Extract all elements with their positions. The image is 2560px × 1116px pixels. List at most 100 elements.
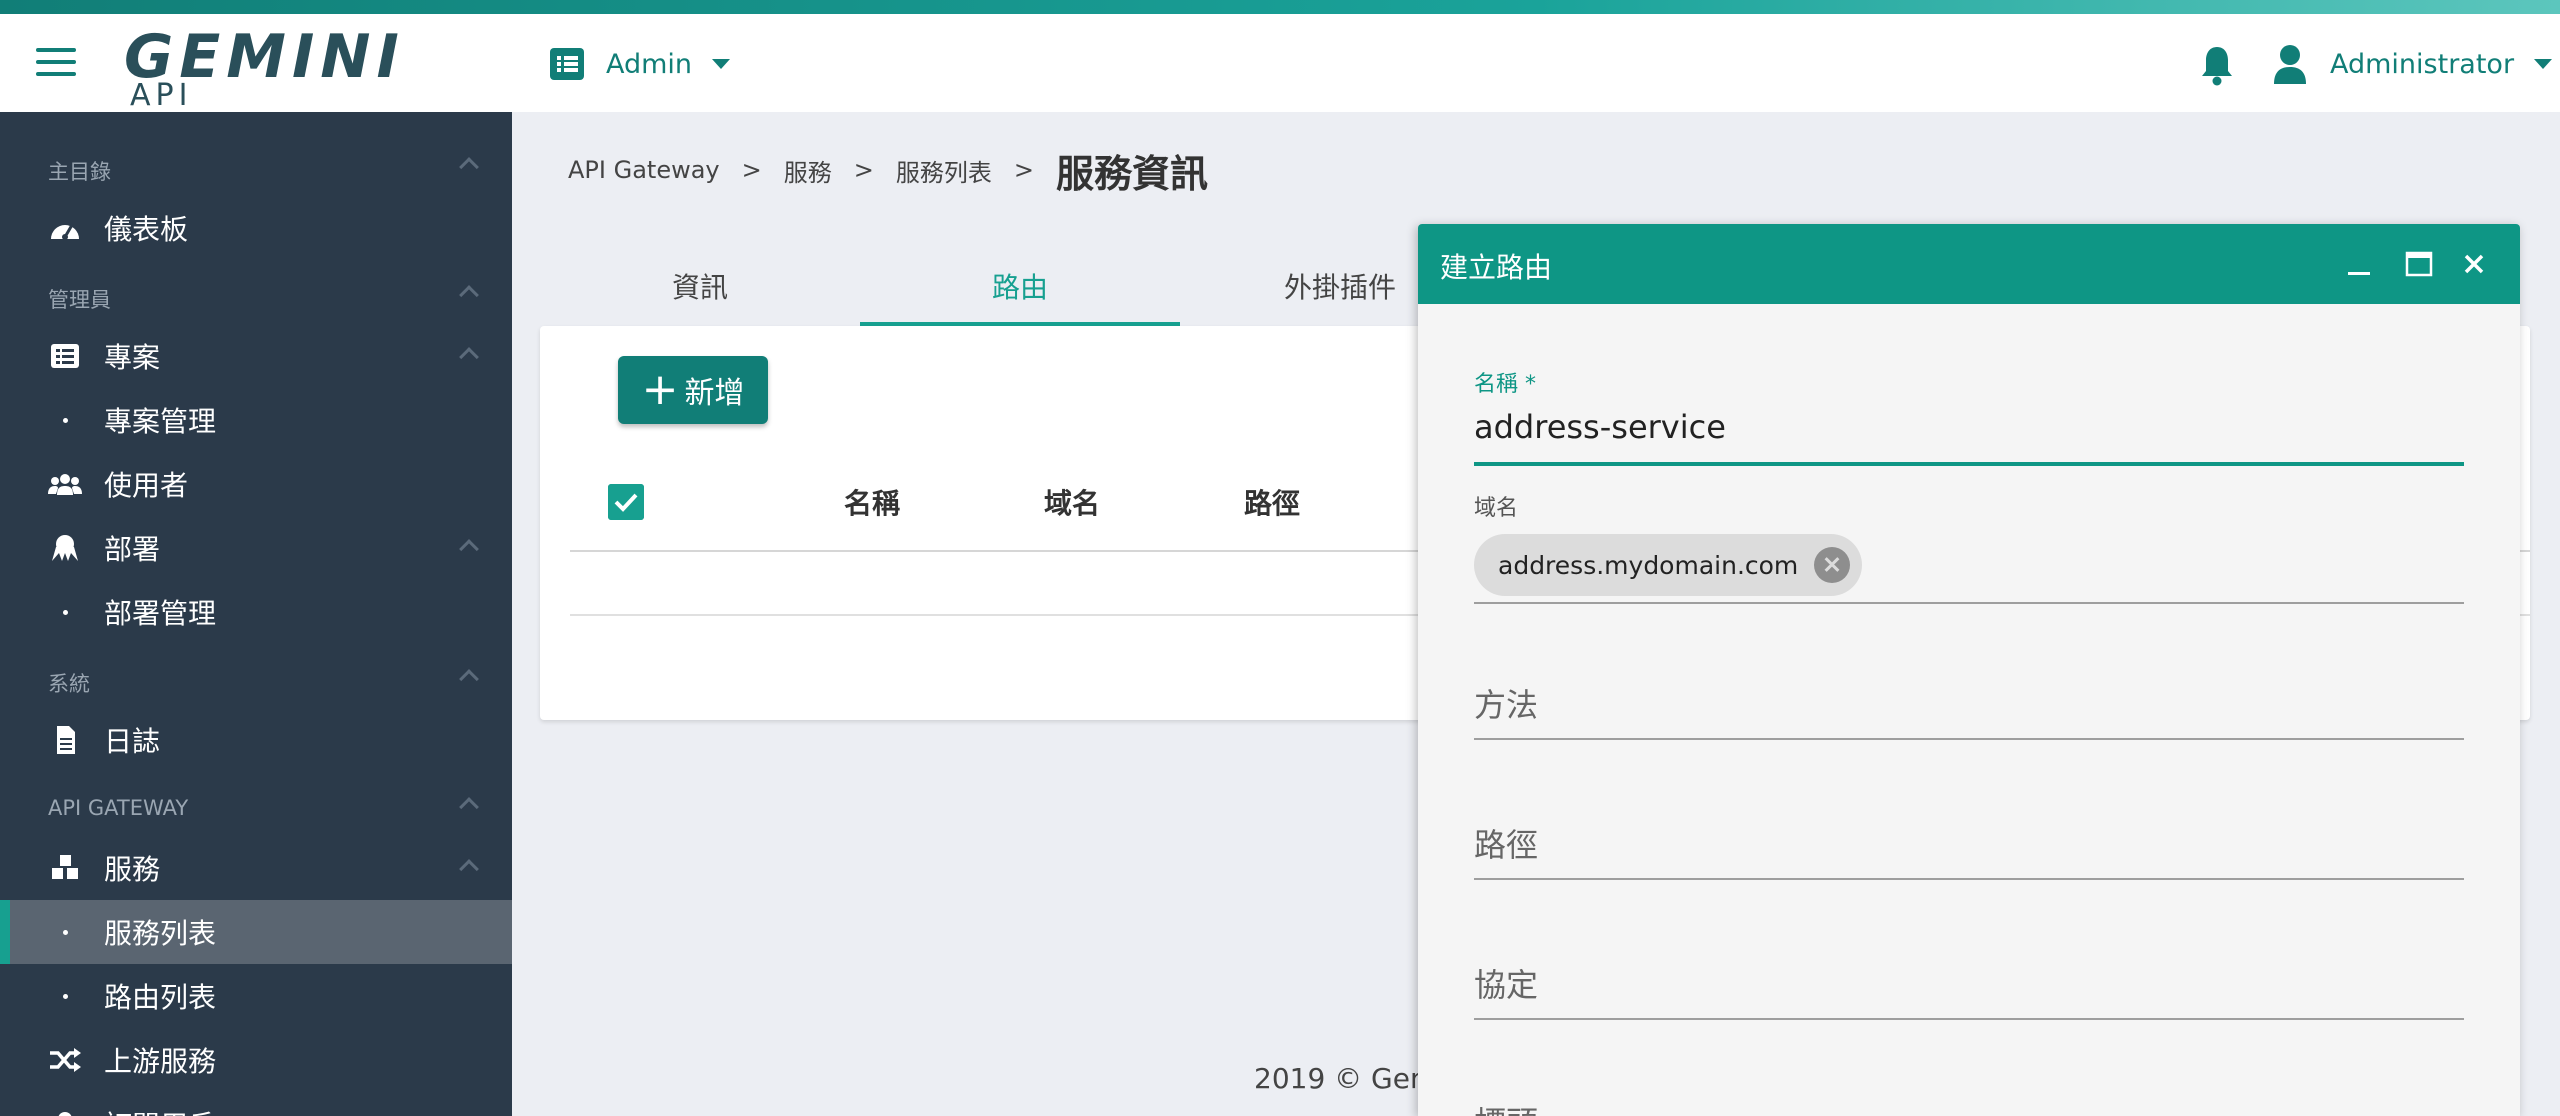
route-protocol-field[interactable]: 協定 <box>1474 960 2464 1022</box>
sidebar-item-label: 儀表板 <box>104 213 189 246</box>
user-icon <box>58 1112 72 1116</box>
page-title: 服務資訊 <box>1055 151 1208 196</box>
plus-icon: + <box>641 364 679 415</box>
sidebar-section-api-gateway: API GATEWAY <box>48 796 189 820</box>
create-route-dialog: 建立路由 名稱 * address-service 域名 address.myd… <box>1418 224 2520 1116</box>
dashboard-icon <box>51 224 79 240</box>
route-name-field[interactable]: 名稱 * address-service <box>1474 366 2464 468</box>
sidebar-item-projects[interactable]: 專案 <box>0 324 512 388</box>
admin-menu-label: Admin <box>606 48 693 80</box>
sidebar-item-label: 訂閱用戶 <box>104 1104 216 1116</box>
menu-toggle-icon[interactable] <box>36 48 76 78</box>
breadcrumb-api-gateway[interactable]: API Gateway <box>568 156 720 184</box>
route-domain-label: 域名 <box>1474 496 1519 521</box>
users-icon <box>48 474 82 495</box>
sidebar-section-main: 主目錄 <box>48 160 111 184</box>
admin-menu-dropdown[interactable]: Admin <box>550 44 731 84</box>
breadcrumb-service-list[interactable]: 服務列表 <box>896 153 992 188</box>
tab-info[interactable]: 資訊 <box>540 246 860 326</box>
sidebar-item-departments[interactable]: 部署 <box>0 516 512 580</box>
column-header-domain[interactable]: 域名 <box>1044 482 1100 522</box>
column-header-name[interactable]: 名稱 <box>844 482 900 522</box>
domain-chip[interactable]: address.mydomain.com <box>1474 534 1863 596</box>
sidebar-item-label: 路由列表 <box>104 981 217 1014</box>
column-header-path[interactable]: 路徑 <box>1244 482 1300 522</box>
user-icon <box>2274 45 2306 84</box>
sidebar-item-department-manage[interactable]: 部署管理 <box>0 580 512 644</box>
input-underline <box>1474 738 2464 740</box>
input-underline <box>1474 878 2464 880</box>
input-underline <box>1474 462 2464 466</box>
sidebar-item-label: 部署 <box>104 533 161 566</box>
minimize-icon[interactable] <box>2338 244 2378 284</box>
maximize-icon[interactable] <box>2398 244 2438 284</box>
sidebar-section-system: 系統 <box>48 672 90 696</box>
chevron-up-icon[interactable] <box>459 285 479 305</box>
sidebar: 主目錄 儀表板 管理員 專案 專案管理 使用者 部署 部署管理 系統 日誌 AP… <box>0 112 512 1116</box>
bullet-icon <box>63 417 68 423</box>
close-icon[interactable] <box>2454 244 2494 284</box>
sidebar-item-dashboard[interactable]: 儀表板 <box>0 196 512 260</box>
tab-routes[interactable]: 路由 <box>860 246 1180 326</box>
route-method-input[interactable]: 方法 <box>1474 680 2464 726</box>
chevron-up-icon[interactable] <box>459 157 479 177</box>
remove-chip-icon[interactable] <box>1814 547 1851 583</box>
sidebar-item-label: 上游服務 <box>104 1045 217 1078</box>
sidebar-item-upstream[interactable]: 上游服務 <box>0 1028 512 1092</box>
dialog-title: 建立路由 <box>1440 251 1553 284</box>
sidebar-item-project-manage[interactable]: 專案管理 <box>0 388 512 452</box>
sidebar-item-label: 服務列表 <box>104 917 217 950</box>
sidebar-item-users[interactable]: 使用者 <box>0 452 512 516</box>
route-protocol-input[interactable]: 協定 <box>1474 960 2464 1006</box>
chevron-down-icon <box>2534 59 2553 69</box>
route-path-input[interactable]: 路徑 <box>1474 820 2464 866</box>
chevron-up-icon[interactable] <box>459 797 479 817</box>
bell-icon[interactable] <box>2198 44 2236 86</box>
sidebar-item-route-list[interactable]: 路由列表 <box>0 964 512 1028</box>
route-domain-field[interactable]: 域名 address.mydomain.com <box>1474 490 2464 610</box>
user-menu[interactable]: Administrator <box>2272 42 2553 86</box>
shuffle-icon <box>50 1048 81 1072</box>
breadcrumb-separator: > <box>853 156 874 184</box>
bullet-icon <box>63 609 68 615</box>
route-tags-input[interactable]: 標頭 <box>1474 1098 2464 1116</box>
cubes-icon <box>52 855 78 879</box>
footer-copyright: 2019 © Gem <box>1254 1062 1438 1095</box>
route-name-label: 名稱 * <box>1474 372 1536 397</box>
breadcrumb-separator: > <box>1013 156 1034 184</box>
chevron-down-icon <box>712 59 731 69</box>
list-icon <box>51 344 79 368</box>
sidebar-item-label: 使用者 <box>104 469 189 502</box>
select-all-checkbox[interactable] <box>608 484 644 520</box>
sidebar-item-services[interactable]: 服務 <box>0 836 512 900</box>
list-icon <box>550 48 584 80</box>
input-underline <box>1474 602 2464 604</box>
top-accent-strip <box>0 0 2560 14</box>
sidebar-item-subscribers[interactable]: 訂閱用戶 <box>0 1092 512 1116</box>
route-name-input[interactable]: address-service <box>1474 408 2464 446</box>
chevron-up-icon[interactable] <box>459 539 479 559</box>
route-path-field[interactable]: 路徑 <box>1474 820 2464 882</box>
bullet-icon <box>63 993 68 999</box>
input-underline <box>1474 1018 2464 1020</box>
add-route-button[interactable]: + 新增 <box>618 356 768 424</box>
dialog-header[interactable]: 建立路由 <box>1418 224 2520 304</box>
top-header: GEMINI API Manager Admin Administrator <box>0 14 2560 148</box>
logo[interactable]: GEMINI API Manager <box>124 22 399 148</box>
sidebar-item-label: 日誌 <box>104 725 161 758</box>
sidebar-item-label: 專案管理 <box>104 405 217 438</box>
chevron-up-icon[interactable] <box>459 347 479 367</box>
route-tags-field[interactable]: 標頭 <box>1474 1098 2464 1116</box>
sidebar-item-label: 專案 <box>104 341 161 374</box>
breadcrumb: API Gateway > 服務 > 服務列表 > 服務資訊 <box>568 146 1208 196</box>
chevron-up-icon[interactable] <box>459 859 479 879</box>
chevron-up-icon[interactable] <box>459 669 479 689</box>
sidebar-item-service-list[interactable]: 服務列表 <box>0 900 512 964</box>
breadcrumb-services[interactable]: 服務 <box>784 153 832 188</box>
tab-bar: 資訊 路由 外掛插件 <box>540 246 1500 326</box>
sidebar-item-logs[interactable]: 日誌 <box>0 708 512 772</box>
sidebar-section-admin: 管理員 <box>48 288 111 312</box>
route-method-field[interactable]: 方法 <box>1474 680 2464 742</box>
bullet-icon <box>63 929 68 935</box>
domain-chip-label: address.mydomain.com <box>1498 550 1799 580</box>
